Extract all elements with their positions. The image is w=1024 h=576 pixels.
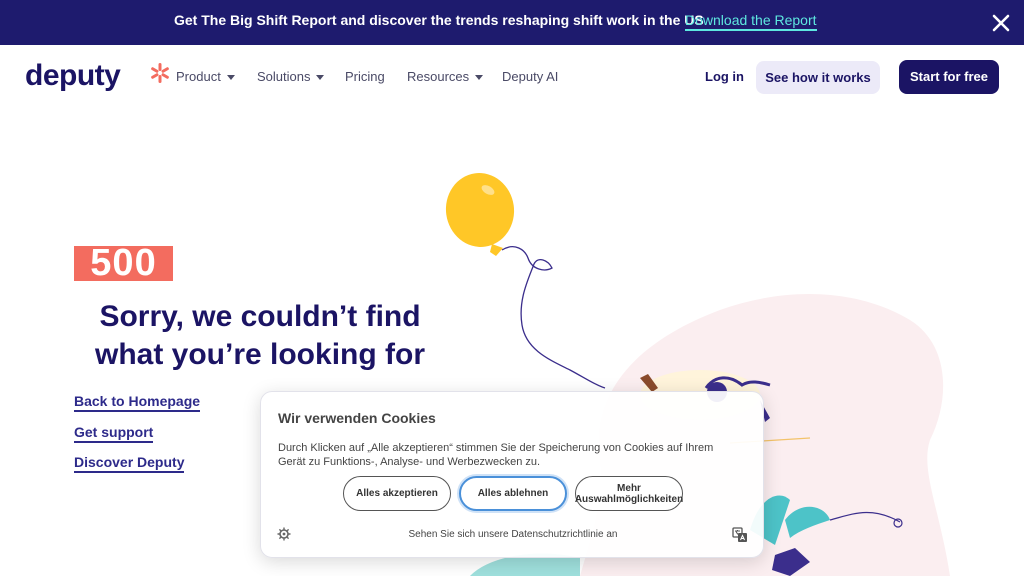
caret-down-icon	[226, 75, 235, 81]
caret-down-icon	[475, 75, 484, 81]
more-options-button[interactable]: Mehr Auswahlmöglichkeiten	[575, 476, 683, 511]
discover-deputy-link[interactable]: Discover Deputy	[74, 454, 185, 473]
more-options-label-line-2: Auswahlmöglichkeiten	[574, 493, 684, 505]
close-icon[interactable]	[990, 12, 1012, 34]
download-report-link[interactable]: Download the Report	[685, 12, 817, 31]
cookie-dialog-title: Wir verwenden Cookies	[278, 410, 436, 426]
nav-solutions-label: Solutions	[257, 69, 311, 84]
privacy-policy-link[interactable]: Sehen Sie sich unsere Datenschutzrichtli…	[261, 529, 765, 540]
see-how-it-works-button[interactable]: See how it works	[756, 61, 880, 94]
nav-product[interactable]: Product	[176, 69, 235, 84]
logo-star-icon	[149, 62, 171, 89]
cookie-consent-dialog: Wir verwenden Cookies Durch Klicken auf …	[260, 391, 764, 558]
login-link[interactable]: Log in	[705, 69, 744, 84]
announcement-bar: Get The Big Shift Report and discover th…	[0, 0, 1024, 45]
nav-deputy-ai[interactable]: Deputy AI	[502, 69, 558, 84]
nav-solutions[interactable]: Solutions	[257, 69, 325, 84]
nav-deputy-ai-label: Deputy AI	[502, 69, 559, 84]
page-title-line-2: what you’re looking for	[94, 338, 425, 371]
page-title: Sorry, we couldn’t find what you’re look…	[60, 298, 460, 374]
nav-resources[interactable]: Resources	[407, 69, 484, 84]
back-to-homepage-link[interactable]: Back to Homepage	[74, 393, 201, 412]
caret-down-icon	[316, 75, 325, 81]
reject-all-button[interactable]: Alles ablehnen	[459, 476, 567, 511]
nav-pricing[interactable]: Pricing	[345, 69, 385, 84]
logo-wordmark: deputy	[25, 59, 121, 92]
cookie-dialog-body: Durch Klicken auf „Alle akzeptieren“ sti…	[278, 442, 714, 468]
balloon-icon	[445, 173, 606, 389]
page-title-line-1: Sorry, we couldn’t find	[99, 300, 421, 333]
get-support-link[interactable]: Get support	[74, 424, 154, 443]
language-translate-icon[interactable]	[732, 527, 748, 543]
deputy-logo[interactable]: deputy	[25, 59, 169, 95]
nav-resources-label: Resources	[407, 69, 470, 84]
start-for-free-button[interactable]: Start for free	[899, 60, 999, 94]
announcement-text: Get The Big Shift Report and discover th…	[174, 12, 704, 28]
accept-all-button[interactable]: Alles akzeptieren	[343, 476, 451, 511]
nav-pricing-label: Pricing	[345, 69, 385, 84]
error-code-badge: 500	[74, 244, 173, 282]
nav-product-label: Product	[176, 69, 221, 84]
more-options-label-line-1: Mehr	[617, 482, 641, 494]
